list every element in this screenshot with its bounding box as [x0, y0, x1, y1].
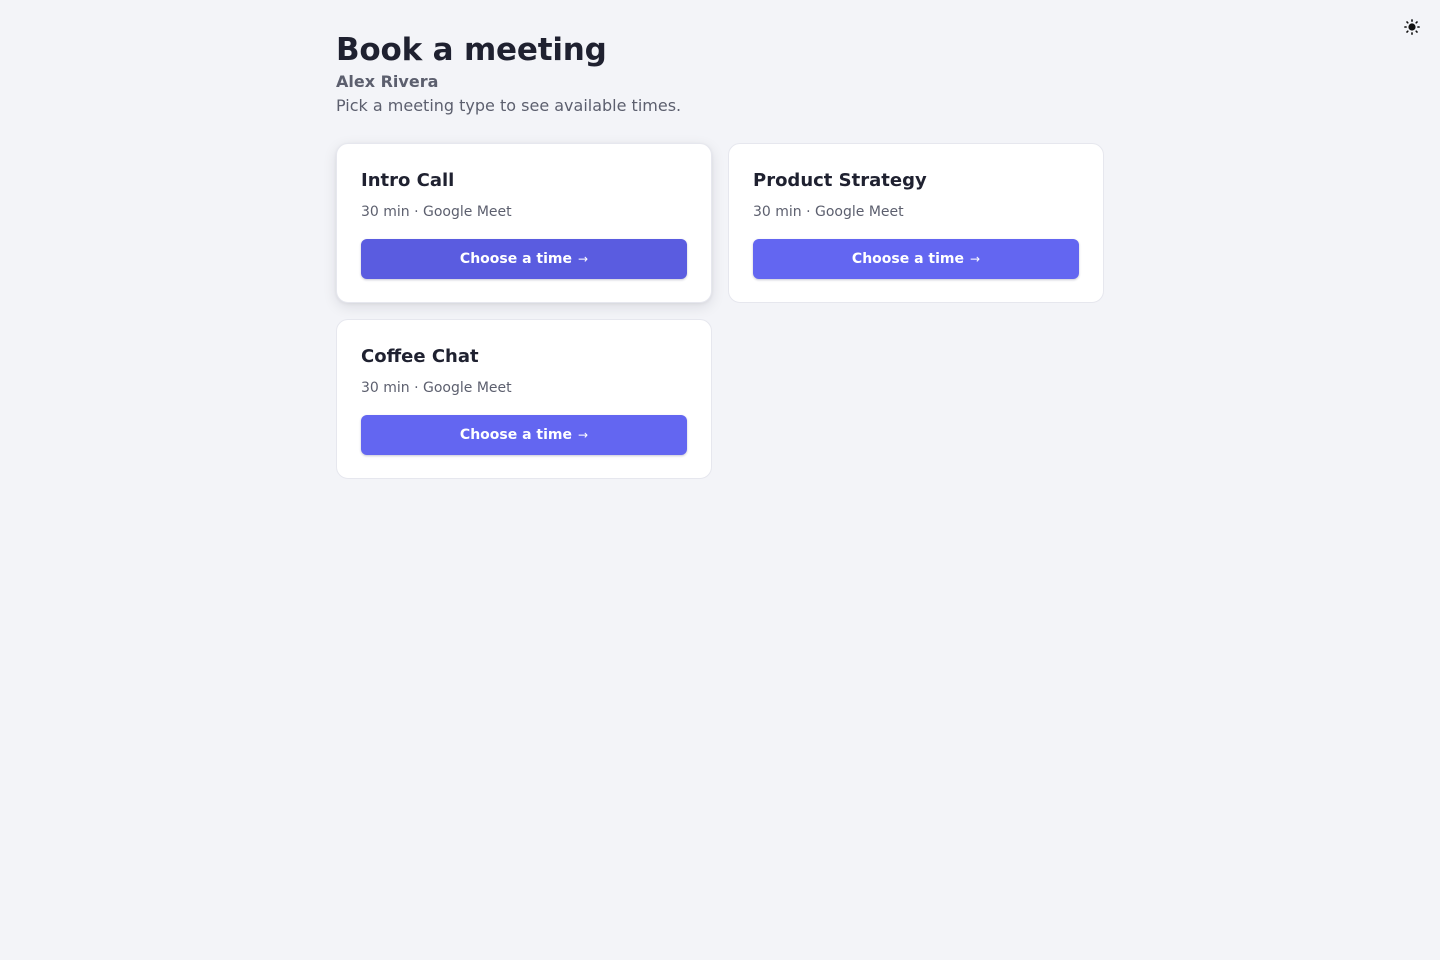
host-name: Alex Rivera [336, 72, 439, 91]
meeting-card-meta: 30 min · Google Meet [753, 204, 904, 220]
choose-time-label: Choose a time [459, 251, 572, 267]
meeting-card-meta: 30 min · Google Meet [361, 204, 512, 220]
theme-toggle-button[interactable] [1398, 14, 1426, 42]
meeting-card-product-strategy: Product Strategy 30 min · Google Meet Ch… [728, 143, 1104, 303]
meeting-card-intro-call: Intro Call 30 min · Google Meet Choose a… [336, 143, 712, 303]
booking-page: Book a meeting Alex Rivera Pick a meetin… [336, 28, 1104, 479]
arrow-right-icon: → [970, 252, 981, 266]
choose-time-label: Choose a time [851, 251, 964, 267]
choose-time-button-coffee-chat[interactable]: Choose a time → [361, 415, 687, 455]
arrow-right-icon: → [578, 428, 589, 442]
meeting-card-title: Intro Call [361, 170, 455, 191]
meeting-card-coffee-chat: Coffee Chat 30 min · Google Meet Choose … [336, 319, 712, 479]
choose-time-button-intro-call[interactable]: Choose a time → [361, 239, 687, 279]
meeting-card-title: Coffee Chat [361, 346, 479, 367]
meeting-type-grid: Intro Call 30 min · Google Meet Choose a… [336, 143, 1104, 479]
page-subtitle: Pick a meeting type to see available tim… [336, 96, 682, 115]
meeting-card-meta: 30 min · Google Meet [361, 380, 512, 396]
sun-icon [1404, 18, 1420, 38]
choose-time-label: Choose a time [459, 427, 572, 443]
meeting-card-title: Product Strategy [753, 170, 927, 191]
page-title: Book a meeting [336, 32, 607, 68]
choose-time-button-product-strategy[interactable]: Choose a time → [753, 239, 1079, 279]
arrow-right-icon: → [578, 252, 589, 266]
